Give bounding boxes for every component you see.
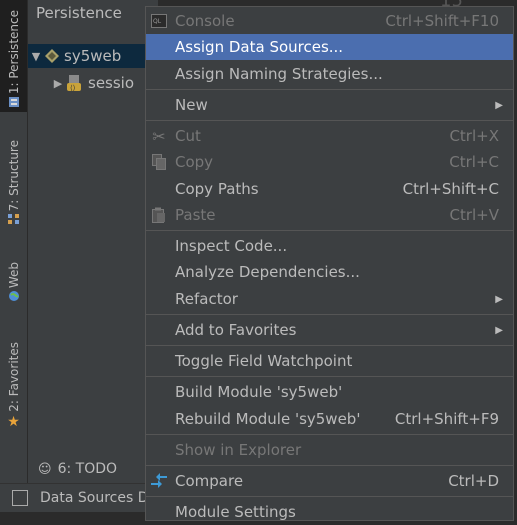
structure-icon xyxy=(7,214,19,225)
panel-title: Persistence xyxy=(28,0,158,34)
menu-separator xyxy=(146,376,513,377)
copy-icon xyxy=(149,153,169,171)
datasources-tab[interactable]: Data Sources D xyxy=(0,483,150,512)
menu-item-label: Toggle Field Watchpoint xyxy=(175,352,353,370)
submenu-arrow-icon: ▶ xyxy=(495,293,503,305)
module-icon xyxy=(45,49,59,63)
tab-favorites[interactable]: 2: Favorites ★ xyxy=(0,342,27,442)
web-icon xyxy=(8,291,19,302)
menu-item-label: Console xyxy=(175,12,235,30)
persistence-icon xyxy=(8,97,19,108)
svg-text:QL: QL xyxy=(153,18,162,25)
session-factory-icon: ⟨⟩ xyxy=(67,75,81,92)
tab-structure-label: 7: Structure xyxy=(6,140,21,212)
menu-separator xyxy=(146,89,513,90)
menu-item-cut[interactable]: ✂ Cut Ctrl+X xyxy=(146,123,513,149)
menu-item-refactor[interactable]: Refactor ▶ xyxy=(146,286,513,312)
menu-item-label: Build Module 'sy5web' xyxy=(175,383,343,401)
compare-icon xyxy=(149,472,169,490)
menu-separator xyxy=(146,314,513,315)
menu-item-label: Compare xyxy=(175,472,244,490)
menu-item-analyze-dependencies[interactable]: Analyze Dependencies... xyxy=(146,259,513,285)
tree-item-label: sy5web xyxy=(64,47,122,65)
scissors-icon: ✂ xyxy=(152,126,166,146)
menu-item-label: Assign Naming Strategies... xyxy=(175,65,383,83)
submenu-arrow-icon: ▶ xyxy=(495,324,503,336)
menu-item-shortcut: Ctrl+Shift+C xyxy=(402,180,499,198)
menu-item-copy-paths[interactable]: Copy Paths Ctrl+Shift+C xyxy=(146,176,513,202)
menu-item-new[interactable]: New ▶ xyxy=(146,92,513,118)
menu-item-label: Paste xyxy=(175,206,216,224)
menu-item-module-settings[interactable]: Module Settings xyxy=(146,499,513,525)
window-icon xyxy=(12,490,28,506)
todo-icon: ☺ xyxy=(38,461,52,477)
menu-separator xyxy=(146,434,513,435)
menu-item-build-module[interactable]: Build Module 'sy5web' xyxy=(146,379,513,405)
tree-item-sy5web[interactable]: ▼ sy5web xyxy=(28,44,158,68)
menu-item-label: Cut xyxy=(175,127,201,145)
tab-persistence[interactable]: 1: Persistence xyxy=(0,0,27,112)
menu-item-label: Inspect Code... xyxy=(175,237,288,255)
menu-item-label: Analyze Dependencies... xyxy=(175,263,360,281)
menu-separator xyxy=(146,345,513,346)
menu-item-inspect-code[interactable]: Inspect Code... xyxy=(146,233,513,259)
paste-icon xyxy=(149,206,169,224)
menu-item-label: Copy Paths xyxy=(175,180,259,198)
todo-label: 6: TODO xyxy=(57,461,118,477)
menu-item-label: Add to Favorites xyxy=(175,321,297,339)
menu-item-shortcut: Ctrl+Shift+F9 xyxy=(394,410,499,428)
menu-item-shortcut: Ctrl+V xyxy=(449,206,499,224)
sql-console-icon: QL xyxy=(149,12,169,30)
tab-favorites-label: 2: Favorites xyxy=(6,342,21,412)
menu-item-shortcut: Ctrl+D xyxy=(448,472,499,490)
menu-separator xyxy=(146,230,513,231)
tab-web[interactable]: Web xyxy=(0,262,27,322)
menu-item-show-in-explorer[interactable]: Show in Explorer xyxy=(146,437,513,463)
submenu-arrow-icon: ▶ xyxy=(495,99,503,111)
menu-item-rebuild-module[interactable]: Rebuild Module 'sy5web' Ctrl+Shift+F9 xyxy=(146,406,513,432)
star-icon: ★ xyxy=(7,413,20,430)
menu-item-label: Rebuild Module 'sy5web' xyxy=(175,410,361,428)
menu-separator xyxy=(146,465,513,466)
expand-arrow-icon[interactable]: ▼ xyxy=(28,50,44,63)
persistence-panel: Persistence ▼ sy5web ▶ ⟨⟩ sessio xyxy=(28,0,158,455)
menu-item-console[interactable]: QL Console Ctrl+Shift+F10 xyxy=(146,8,513,34)
menu-item-label: Assign Data Sources... xyxy=(175,38,344,56)
menu-item-label: Show in Explorer xyxy=(175,441,302,459)
menu-item-shortcut: Ctrl+C xyxy=(449,153,499,171)
svg-text:⟨⟩: ⟨⟩ xyxy=(70,84,76,92)
menu-item-assign-naming-strategies[interactable]: Assign Naming Strategies... xyxy=(146,61,513,87)
collapse-arrow-icon[interactable]: ▶ xyxy=(50,77,66,90)
todo-tab[interactable]: ☺ 6: TODO xyxy=(28,455,156,483)
menu-item-label: New xyxy=(175,96,208,114)
tab-persistence-label: 1: Persistence xyxy=(6,10,21,95)
menu-item-label: Module Settings xyxy=(175,503,296,521)
tab-web-label: Web xyxy=(6,262,21,289)
menu-item-shortcut: Ctrl+Shift+F10 xyxy=(385,12,499,30)
menu-item-add-to-favorites[interactable]: Add to Favorites ▶ xyxy=(146,317,513,343)
context-menu: QL Console Ctrl+Shift+F10 Assign Data So… xyxy=(145,6,514,521)
datasources-label: Data Sources D xyxy=(40,490,149,506)
menu-item-label: Copy xyxy=(175,153,214,171)
menu-item-copy[interactable]: Copy Ctrl+C xyxy=(146,149,513,175)
menu-item-label: Refactor xyxy=(175,290,238,308)
tree-item-session[interactable]: ▶ ⟨⟩ sessio xyxy=(50,71,134,95)
tab-structure[interactable]: 7: Structure xyxy=(0,140,27,240)
tool-window-strip: 1: Persistence 7: Structure Web 2: Favor… xyxy=(0,0,28,483)
menu-item-assign-data-sources[interactable]: Assign Data Sources... xyxy=(146,34,513,60)
menu-item-paste[interactable]: Paste Ctrl+V xyxy=(146,202,513,228)
menu-separator xyxy=(146,120,513,121)
menu-item-compare[interactable]: Compare Ctrl+D xyxy=(146,468,513,494)
menu-item-shortcut: Ctrl+X xyxy=(449,127,499,145)
menu-separator xyxy=(146,496,513,497)
menu-item-toggle-field-watchpoint[interactable]: Toggle Field Watchpoint xyxy=(146,348,513,374)
tree-item-label: sessio xyxy=(88,74,135,92)
